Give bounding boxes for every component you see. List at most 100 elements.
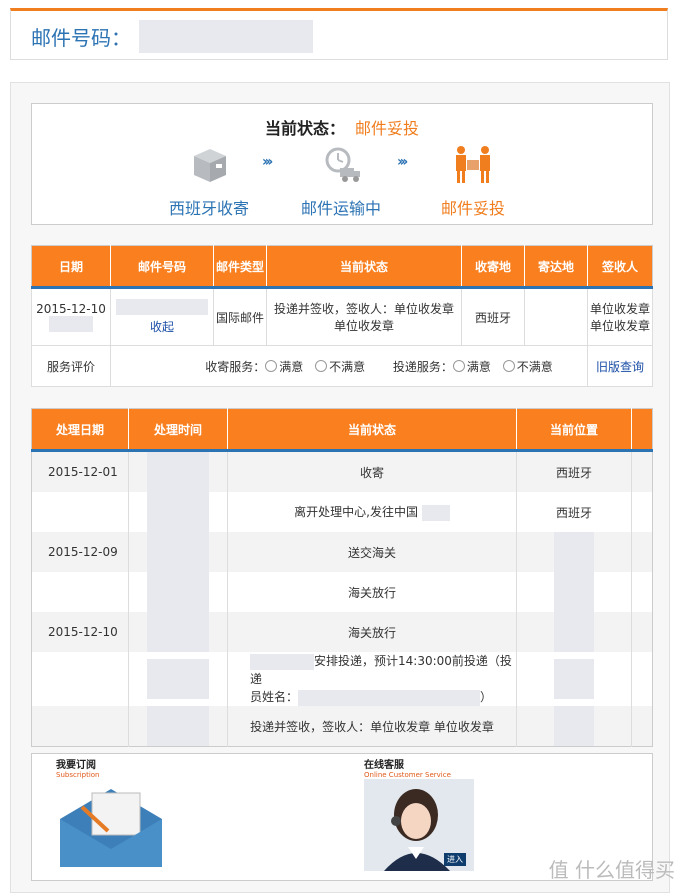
- history-extra: [631, 532, 653, 572]
- history-location: 西班牙: [516, 450, 632, 492]
- summary-table: 日期 邮件号码 邮件类型 当前状态 收寄地 寄达地 签收人 2015-12-10…: [31, 245, 653, 387]
- enter-button[interactable]: 进入: [444, 853, 466, 866]
- deliver-unsatisfied-radio[interactable]: [502, 359, 515, 372]
- history-status: 海关放行: [227, 572, 517, 612]
- radio-label: 满意: [279, 359, 304, 374]
- rating-label: 服务评价: [31, 345, 111, 387]
- box-icon: [188, 144, 230, 186]
- redacted: [147, 572, 209, 612]
- step-transit: 邮件运输中: [286, 144, 396, 219]
- history-date: [31, 492, 129, 532]
- subscribe-banner[interactable]: 我要订阅 Subscription: [56, 756, 166, 874]
- history-time: [128, 572, 228, 612]
- collect-service-label: 收寄服务：: [205, 359, 266, 374]
- online-service-banner[interactable]: 在线客服 Online Customer Service 进入: [364, 756, 474, 874]
- step-label: 西班牙收寄: [168, 199, 249, 218]
- subscribe-title: 我要订阅: [56, 760, 96, 771]
- history-extra: [632, 652, 653, 706]
- collect-satisfied-radio[interactable]: [265, 359, 278, 372]
- history-row: 2015-12-10 海关放行: [31, 612, 653, 652]
- history-status: 投递并签收，签收人：单位收发章 单位收发章: [227, 706, 517, 747]
- col-process-date: 处理日期: [31, 408, 129, 452]
- col-date: 日期: [31, 245, 111, 289]
- history-row: 安排投递，预计14:30:00前投递（投递 员姓名：）: [31, 652, 653, 706]
- history-status: ）: [480, 690, 493, 704]
- history-time: [128, 492, 228, 532]
- deliver-satisfied-radio[interactable]: [452, 359, 465, 372]
- redacted: [554, 572, 594, 612]
- col-blank: [631, 408, 653, 452]
- history-extra: [631, 612, 653, 652]
- mail-number-redacted: [139, 20, 313, 53]
- history-status-cell: 安排投递，预计14:30:00前投递（投递 员姓名：）: [227, 652, 517, 706]
- col-mail-type: 邮件类型: [213, 245, 267, 289]
- history-status: 离开处理中心,发往中国: [294, 505, 418, 520]
- summary-type: 国际邮件: [213, 287, 267, 346]
- collect-unsatisfied-radio[interactable]: [315, 359, 328, 372]
- redacted: [147, 659, 209, 699]
- radio-label: 不满意: [329, 359, 366, 374]
- redacted: [49, 316, 93, 332]
- redacted: [116, 299, 208, 315]
- step-label: 邮件妥投: [440, 199, 505, 218]
- mail-number-label: 邮件号码：: [31, 26, 131, 50]
- redacted: [554, 659, 594, 699]
- history-row: 2015-12-09 送交海关: [31, 532, 653, 572]
- watermark: 值 什么值得买: [548, 858, 675, 882]
- col-origin: 收寄地: [461, 245, 525, 289]
- col-signer: 签收人: [587, 245, 653, 289]
- history-date: [31, 652, 129, 706]
- radio-label: 不满意: [516, 359, 553, 374]
- history-extra: [631, 706, 653, 747]
- col-status: 当前状态: [227, 408, 517, 452]
- history-date: 2015-12-09: [31, 532, 129, 572]
- history-extra: [631, 450, 653, 492]
- history-location: 西班牙: [516, 492, 632, 532]
- history-time: [128, 450, 228, 492]
- radio-label: 满意: [466, 359, 491, 374]
- summary-signer: 单位收发章 单位收发章: [587, 287, 653, 346]
- col-current-status: 当前状态: [266, 245, 462, 289]
- summary-date-cell: 2015-12-10: [31, 287, 111, 346]
- arrow-icon: ›››: [397, 154, 408, 170]
- redacted: [147, 706, 209, 746]
- history-extra: [632, 572, 653, 612]
- col-location: 当前位置: [516, 408, 632, 452]
- redacted: [421, 504, 450, 521]
- history-table: 处理日期 处理时间 当前状态 当前位置 2015-12-01 收寄 西班牙 离开…: [31, 408, 653, 747]
- deliver-service-label: 投递服务：: [392, 359, 453, 374]
- truck-clock-icon: [320, 144, 362, 186]
- redacted: [147, 492, 209, 532]
- summary-mail-number-cell: 收起: [110, 287, 214, 346]
- result-panel: 当前状态： 邮件妥投 西班牙收寄 ››› 邮件运输中 ››› 邮件妥投 日期 邮…: [10, 82, 670, 893]
- old-query-link[interactable]: 旧版查询: [596, 360, 644, 374]
- step-collected: 西班牙收寄: [154, 144, 264, 219]
- summary-date: 2015-12-10: [36, 302, 106, 316]
- history-row: 2015-12-01 收寄 西班牙: [31, 450, 653, 492]
- summary-destination: [524, 287, 588, 346]
- redacted: [147, 612, 209, 652]
- history-time: [128, 612, 228, 652]
- history-date: 2015-12-01: [31, 450, 129, 492]
- envelope-icon: [56, 779, 166, 874]
- history-location: [516, 572, 632, 612]
- history-date: 2015-12-10: [31, 612, 129, 652]
- history-status: 员姓名：: [250, 690, 299, 704]
- step-label: 邮件运输中: [300, 199, 381, 218]
- current-status-line: 当前状态： 邮件妥投: [32, 115, 652, 139]
- redacted: [554, 532, 594, 572]
- current-status-label: 当前状态：: [264, 119, 345, 138]
- history-row: 投递并签收，签收人：单位收发章 单位收发章: [31, 706, 653, 747]
- old-query-cell: 旧版查询: [587, 345, 653, 387]
- redacted: [554, 612, 594, 652]
- history-status: 送交海关: [227, 532, 517, 572]
- col-process-time: 处理时间: [128, 408, 228, 452]
- agent-avatar: 进入: [364, 779, 474, 874]
- current-status-value: 邮件妥投: [355, 119, 420, 138]
- col-mail-number: 邮件号码: [110, 245, 214, 289]
- history-time: [128, 652, 228, 706]
- service-title: 在线客服: [364, 760, 404, 771]
- history-status: 海关放行: [227, 612, 517, 652]
- mail-number-header: 邮件号码：: [10, 8, 668, 60]
- collapse-link[interactable]: 收起: [150, 320, 174, 334]
